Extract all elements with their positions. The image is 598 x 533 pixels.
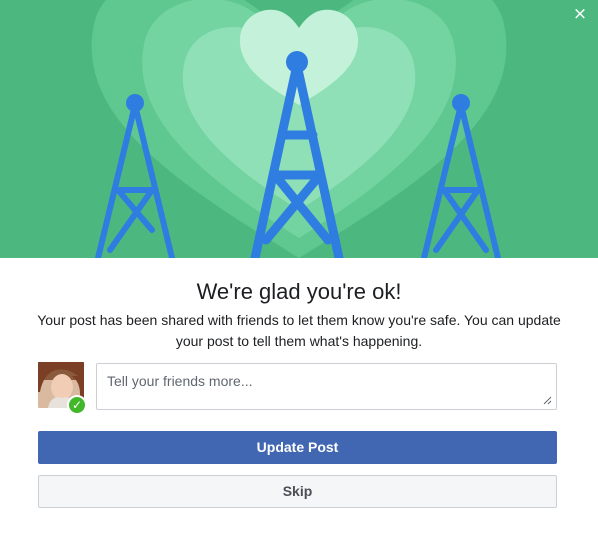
dialog-description: Your post has been shared with friends t… bbox=[37, 312, 561, 349]
radio-towers-illustration bbox=[0, 0, 598, 258]
resize-handle-icon[interactable] bbox=[542, 395, 552, 405]
dialog-title: We're glad you're ok! bbox=[196, 279, 402, 304]
update-composer bbox=[96, 363, 557, 410]
skip-button[interactable]: Skip bbox=[38, 475, 557, 508]
close-button[interactable]: × bbox=[570, 4, 590, 24]
update-post-button[interactable]: Update Post bbox=[38, 431, 557, 464]
close-icon: × bbox=[572, 4, 588, 24]
hero-illustration: × bbox=[0, 0, 598, 258]
tell-friends-input[interactable] bbox=[97, 364, 556, 409]
checkmark-icon: ✓ bbox=[67, 395, 87, 415]
avatar: ✓ bbox=[38, 362, 87, 415]
